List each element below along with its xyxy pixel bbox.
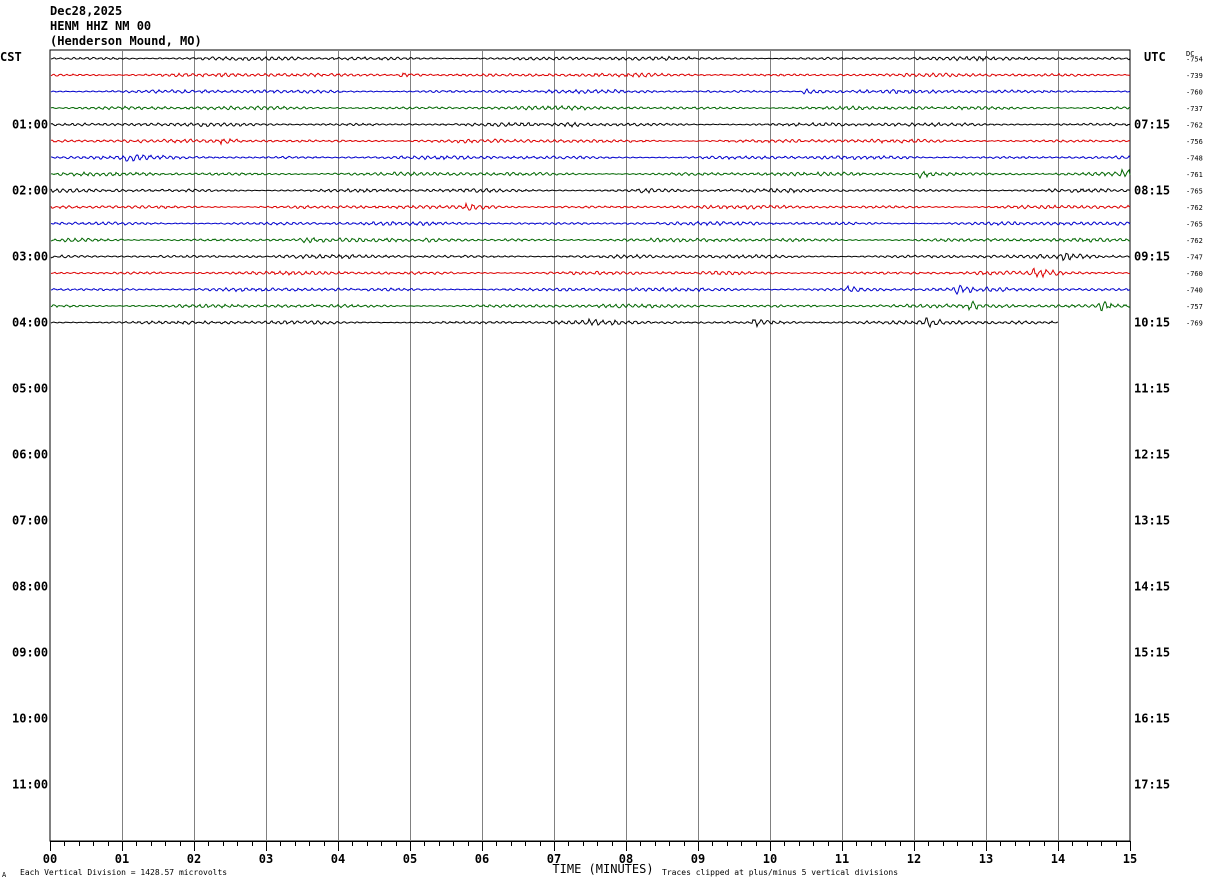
right-hour-label: 07:15 (1134, 118, 1170, 132)
right-hour-label: 11:15 (1134, 382, 1170, 396)
footer-mark: A (2, 871, 7, 879)
seismic-trace (50, 252, 1131, 262)
x-tick-label: 04 (331, 852, 345, 866)
footer-scale-note: Each Vertical Division = 1428.57 microvo… (20, 868, 227, 877)
left-hour-label: 09:00 (12, 646, 48, 660)
dc-offset-label: -740 (1186, 287, 1203, 295)
dc-offset-label: -761 (1186, 171, 1203, 179)
plot-frame (49, 49, 1131, 842)
dc-offset-label: -760 (1186, 89, 1203, 97)
x-tick-label: 11 (835, 852, 849, 866)
left-hour-label: 08:00 (12, 580, 48, 594)
x-tick-label: 14 (1051, 852, 1065, 866)
dc-offset-label: -762 (1186, 204, 1203, 212)
seismic-trace (50, 104, 1131, 112)
seismic-trace (50, 88, 1131, 95)
x-tick-label: 05 (403, 852, 417, 866)
left-hour-label: 02:00 (12, 184, 48, 198)
dc-offset-label: -737 (1186, 105, 1203, 113)
dc-offset-label: -769 (1186, 320, 1203, 328)
left-hour-label: 06:00 (12, 448, 48, 462)
x-tick-label: 09 (691, 852, 705, 866)
right-hour-label: 08:15 (1134, 184, 1170, 198)
dc-offset-label: -739 (1186, 72, 1203, 80)
x-tick-label: 12 (907, 852, 921, 866)
left-hour-label: 04:00 (12, 316, 48, 330)
left-hour-label: 05:00 (12, 382, 48, 396)
right-hour-label: 15:15 (1134, 646, 1170, 660)
seismic-trace (50, 55, 1131, 62)
left-hour-label: 07:00 (12, 514, 48, 528)
right-hour-label: 10:15 (1134, 316, 1170, 330)
dc-offset-label: -747 (1186, 254, 1203, 262)
seismic-trace (50, 300, 1131, 312)
left-hour-label: 03:00 (12, 250, 48, 264)
dc-offset-label: -757 (1186, 303, 1203, 311)
right-axis-title: UTC (1144, 50, 1166, 64)
seismic-trace (50, 72, 1131, 78)
right-hour-label: 13:15 (1134, 514, 1170, 528)
right-hour-label: 17:15 (1134, 778, 1170, 792)
right-hour-label: 16:15 (1134, 712, 1170, 726)
dc-offset-label: -762 (1186, 122, 1203, 130)
seismic-trace (50, 236, 1131, 244)
left-axis-title: CST (0, 50, 22, 64)
left-hour-label: 01:00 (12, 118, 48, 132)
x-axis-title: TIME (MINUTES) (552, 862, 653, 876)
dc-offset-label: -765 (1186, 221, 1203, 229)
x-tick-label: 15 (1123, 852, 1137, 866)
seismic-trace (50, 154, 1131, 162)
seismic-trace (50, 121, 1131, 128)
seismic-trace (50, 187, 1131, 194)
seismic-trace (50, 267, 1131, 279)
seismic-trace (50, 284, 1131, 296)
x-tick-label: 02 (187, 852, 201, 866)
x-tick-label: 00 (43, 852, 57, 866)
x-tick-label: 03 (259, 852, 273, 866)
dc-offset-label: -765 (1186, 188, 1203, 196)
left-hour-label: 10:00 (12, 712, 48, 726)
dc-offset-label: -748 (1186, 155, 1203, 163)
dc-offset-label: -762 (1186, 237, 1203, 245)
dc-offset-label: -756 (1186, 138, 1203, 146)
right-hour-label: 14:15 (1134, 580, 1170, 594)
seismic-trace (50, 220, 1131, 227)
helicorder-plot: 00 01 02 03 04 05 06 07 08 09 10 11 12 13 14 15TIME (MI… (0, 49, 1203, 879)
seismic-trace (50, 201, 1131, 211)
x-tick-label: 13 (979, 852, 993, 866)
seismic-trace (50, 137, 1131, 146)
seismic-trace (50, 168, 1131, 180)
right-hour-label: 12:15 (1134, 448, 1170, 462)
left-hour-label: 11:00 (12, 778, 48, 792)
x-tick-label: 06 (475, 852, 489, 866)
dc-offset-label: -754 (1186, 56, 1203, 64)
x-tick-label: 01 (115, 852, 129, 866)
dc-offset-label: -760 (1186, 270, 1203, 278)
footer-clip-note: Traces clipped at plus/minus 5 vertical … (662, 868, 898, 877)
x-tick-label: 10 (763, 852, 777, 866)
right-hour-label: 09:15 (1134, 250, 1170, 264)
